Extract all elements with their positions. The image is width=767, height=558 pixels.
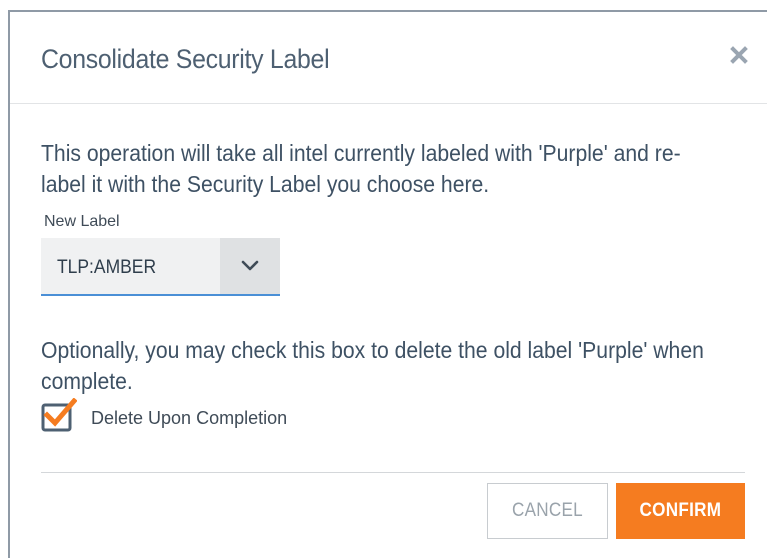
- operation-description: This operation will take all intel curre…: [41, 140, 681, 197]
- confirm-button[interactable]: CONFIRM: [616, 483, 745, 539]
- footer-divider: [41, 472, 745, 473]
- cancel-button[interactable]: CANCEL: [487, 483, 608, 539]
- checkmark-icon: [41, 398, 77, 432]
- delete-upon-completion-label: Delete Upon Completion: [91, 408, 288, 428]
- chevron-down-icon: [241, 260, 259, 271]
- select-arrow-button[interactable]: [220, 238, 280, 294]
- new-label-field-label: New Label: [44, 213, 120, 230]
- delete-upon-completion-checkbox[interactable]: [41, 398, 77, 434]
- close-icon[interactable]: [728, 44, 750, 66]
- optional-delete-description: Optionally, you may check this box to de…: [41, 337, 704, 394]
- new-label-select[interactable]: TLP:AMBER: [41, 238, 280, 296]
- consolidate-security-label-dialog: Consolidate Security Label This operatio…: [8, 10, 767, 558]
- dialog-header: Consolidate Security Label: [10, 12, 767, 104]
- confirm-button-label: CONFIRM: [639, 500, 722, 521]
- dialog-title: Consolidate Security Label: [41, 44, 330, 74]
- new-label-selected-value: TLP:AMBER: [57, 257, 157, 278]
- cancel-button-label: CANCEL: [511, 500, 583, 521]
